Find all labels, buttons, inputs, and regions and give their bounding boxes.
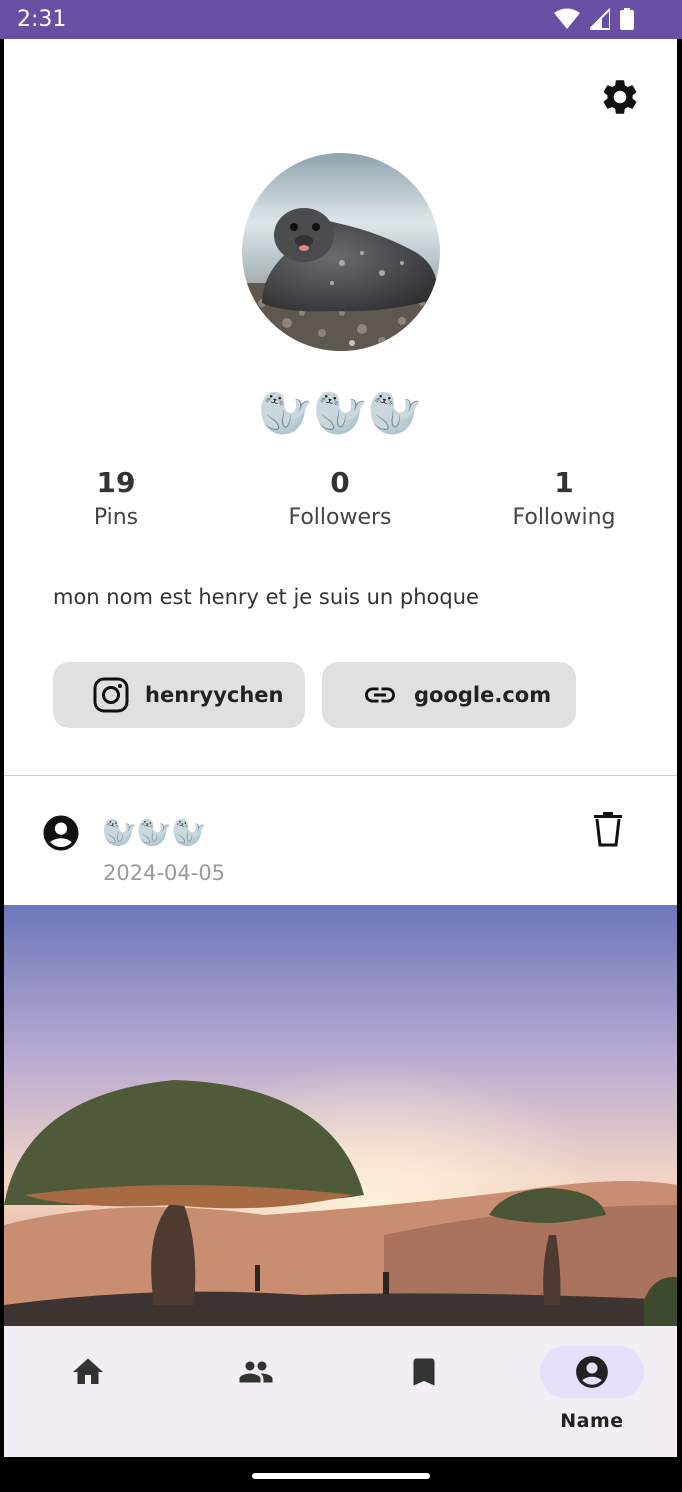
nav-icon-container [36,1346,140,1398]
website-url: google.com [414,683,552,707]
nav-profile[interactable]: Name [508,1326,676,1457]
nav-saved[interactable] [340,1326,508,1457]
status-icons [554,8,634,30]
stat-following[interactable]: 1 Following [464,465,664,535]
display-name: 🦭🦭🦭 [258,389,423,438]
stat-count: 0 [330,466,350,499]
stat-count: 19 [96,466,136,499]
stat-label: Following [512,505,616,530]
post-author-name[interactable]: 🦭🦭🦭 [102,813,207,853]
nav-home[interactable] [4,1326,172,1457]
instagram-link-chip[interactable]: henryychen [53,662,305,728]
wifi-icon [554,8,580,29]
nav-people[interactable] [172,1326,340,1457]
post-image[interactable] [4,905,677,1326]
stat-pins[interactable]: 19 Pins [16,465,216,535]
profile-bio: mon nom est henry et je suis un phoque [53,585,479,609]
nav-icon-container [540,1346,644,1398]
seal-photo [242,153,440,351]
nav-icon-container [204,1346,308,1398]
account-icon [576,1356,608,1388]
bookmark-icon [413,1358,435,1386]
battery-icon [620,8,634,30]
stat-followers[interactable]: 0 Followers [240,465,440,535]
instagram-handle: henryychen [145,683,284,707]
landscape-photo [4,905,677,1326]
status-time: 2:31 [17,7,67,32]
post-date: 2024-04-05 [103,861,226,885]
website-link-chip[interactable]: google.com [322,662,576,728]
link-icon [365,687,395,703]
signal-icon [590,8,610,30]
home-icon [73,1358,103,1384]
settings-button[interactable] [598,75,642,119]
delete-post-button[interactable] [588,809,628,849]
stat-count: 1 [554,466,574,499]
gear-icon [603,80,637,114]
instagram-icon [93,677,129,713]
profile-avatar[interactable] [242,153,440,351]
divider [4,775,677,776]
profile-screen: 🦭🦭🦭 19 Pins 0 Followers 1 Following mon … [4,39,677,1457]
people-icon [239,1361,273,1383]
stat-label: Pins [93,505,139,530]
home-indicator[interactable] [252,1473,430,1479]
trash-icon [594,812,622,847]
stat-label: Followers [288,505,392,530]
nav-profile-label: Name [560,1410,624,1432]
bottom-navigation: Name [4,1326,677,1457]
status-bar: 2:31 [0,0,682,39]
account-circle-icon[interactable] [40,812,82,854]
nav-icon-container [372,1346,476,1398]
